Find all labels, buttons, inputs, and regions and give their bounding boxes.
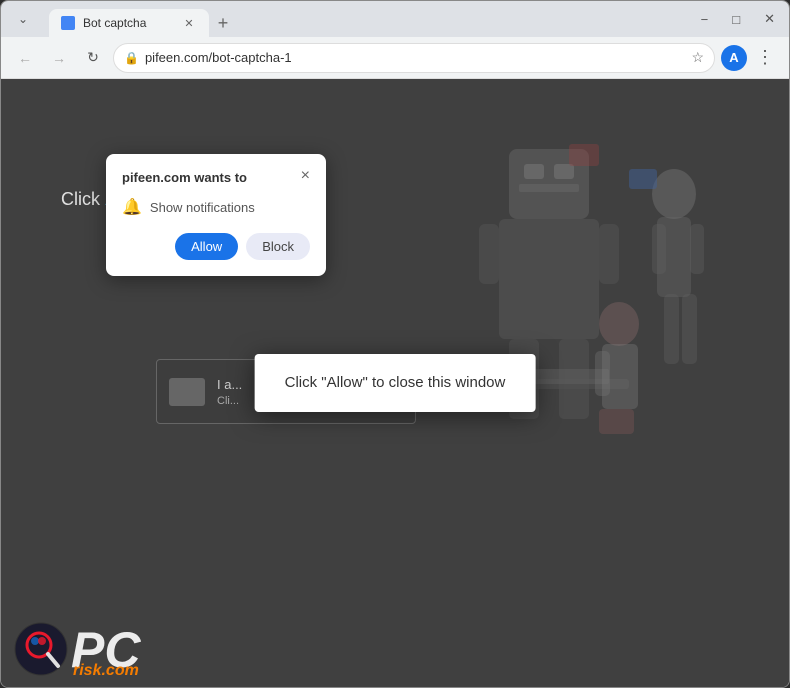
maximize-button[interactable]: □: [726, 10, 746, 29]
address-text: pifeen.com/bot-captcha-1: [145, 50, 685, 65]
nav-bar: ← → ↻ 🔒 pifeen.com/bot-captcha-1 ☆ A ⋮: [1, 37, 789, 79]
minimize-button[interactable]: −: [695, 10, 715, 29]
reload-button[interactable]: ↻: [79, 44, 107, 72]
bell-icon: 🔔: [122, 197, 142, 217]
bookmark-icon[interactable]: ☆: [691, 49, 704, 66]
lock-icon: 🔒: [124, 51, 139, 65]
menu-button[interactable]: ⋮: [751, 44, 779, 72]
tab-title: Bot captcha: [83, 16, 173, 30]
background-illustration: [409, 89, 749, 509]
pcrisk-watermark: PC risk.com: [13, 621, 201, 677]
page-content: Click Allow to confirm I a... Cli...: [1, 79, 789, 687]
notif-description: Show notifications: [150, 200, 255, 215]
notif-buttons: Allow Block: [122, 233, 310, 260]
forward-button[interactable]: →: [45, 44, 73, 72]
captcha-icon: [169, 378, 205, 406]
allow-button[interactable]: Allow: [175, 233, 238, 260]
browser-window: ⌄ Bot captcha ✕ + − □ ✕ ← → ↻ 🔒 pifeen.c…: [0, 0, 790, 688]
active-tab[interactable]: Bot captcha ✕: [49, 9, 209, 37]
tab-strip: Bot captcha ✕ +: [41, 1, 691, 37]
svg-text:risk.com: risk.com: [73, 662, 139, 677]
instruction-prefix: Click: [61, 189, 105, 209]
address-bar[interactable]: 🔒 pifeen.com/bot-captcha-1 ☆: [113, 43, 715, 73]
captcha-text: I a... Cli...: [217, 377, 242, 407]
window-controls: − □ ✕: [695, 9, 781, 29]
tab-list-btn[interactable]: ⌄: [9, 5, 37, 33]
notif-row: 🔔 Show notifications: [122, 197, 310, 217]
pcrisk-logo-icon: [13, 621, 69, 677]
notif-header: pifeen.com wants to ×: [122, 170, 310, 185]
profile-button[interactable]: A: [721, 45, 747, 71]
back-button[interactable]: ←: [11, 44, 39, 72]
center-modal-text: Click "Allow" to close this window: [285, 374, 506, 391]
tab-favicon: [61, 16, 75, 30]
notif-close-icon[interactable]: ×: [301, 168, 310, 184]
new-tab-button[interactable]: +: [209, 9, 237, 37]
captcha-label: I a...: [217, 377, 242, 392]
captcha-sub: Cli...: [217, 395, 242, 407]
notif-title: pifeen.com wants to: [122, 170, 247, 185]
center-modal: Click "Allow" to close this window: [255, 354, 536, 412]
notification-permission-popup: pifeen.com wants to × 🔔 Show notificatio…: [106, 154, 326, 276]
nav-right: A ⋮: [721, 44, 779, 72]
block-button[interactable]: Block: [246, 233, 310, 260]
title-bar-left: ⌄: [9, 5, 37, 33]
tab-close-btn[interactable]: ✕: [181, 15, 197, 31]
pcrisk-text-logo: PC risk.com: [71, 621, 201, 677]
close-button[interactable]: ✕: [758, 9, 781, 29]
title-bar: ⌄ Bot captcha ✕ + − □ ✕: [1, 1, 789, 37]
